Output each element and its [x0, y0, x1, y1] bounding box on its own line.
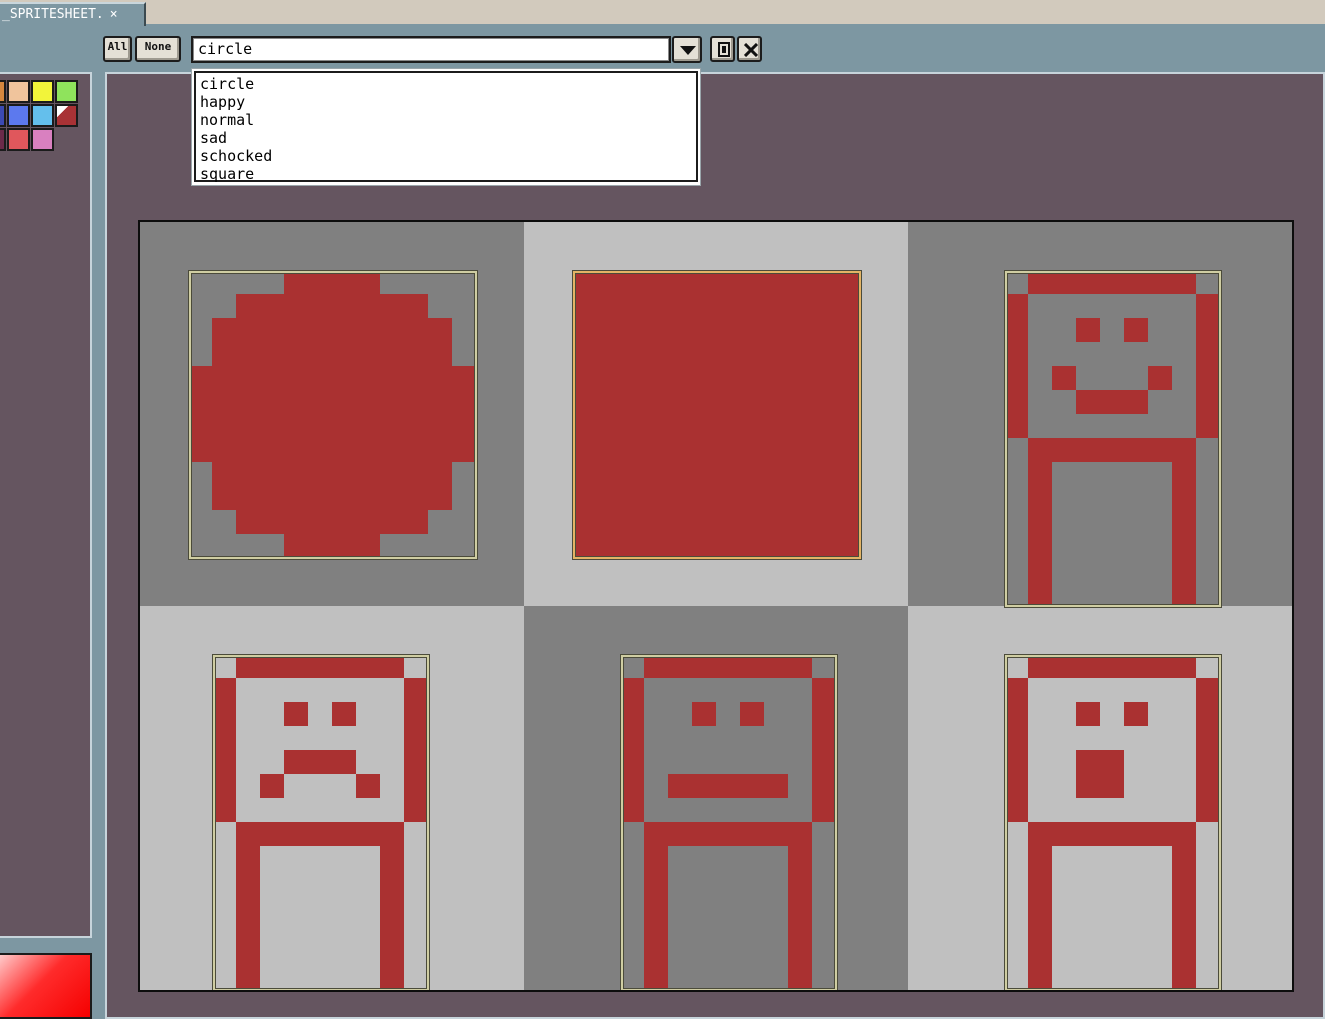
color-picker-preview[interactable] — [0, 953, 92, 1019]
close-icon — [744, 43, 758, 57]
slice-normal[interactable] — [621, 655, 837, 990]
palette-swatch[interactable] — [31, 80, 54, 103]
palette-swatch[interactable] — [0, 80, 6, 103]
dropdown-option-circle[interactable]: circle — [200, 75, 254, 93]
dropdown-option-normal[interactable]: normal — [200, 111, 254, 129]
dropdown-option-happy[interactable]: happy — [200, 93, 245, 111]
slice-dropdown-button[interactable] — [672, 36, 702, 63]
document-tab-bar — [0, 0, 1325, 26]
tab-title: _SPRITESHEET. — [2, 7, 104, 22]
palette-swatch[interactable] — [0, 104, 6, 127]
slice-schocked[interactable] — [1005, 655, 1221, 990]
select-none-button[interactable]: None — [135, 36, 181, 62]
palette-swatch[interactable] — [0, 128, 6, 151]
dropdown-option-sad[interactable]: sad — [200, 129, 227, 147]
slice-delete-button[interactable] — [737, 36, 762, 62]
dropdown-option-square[interactable]: square — [200, 165, 254, 183]
lock-icon — [718, 42, 730, 57]
palette-panel — [0, 72, 92, 938]
select-all-button[interactable]: All — [103, 36, 132, 62]
palette-swatch[interactable] — [55, 80, 78, 103]
slice-name-input[interactable]: circle — [191, 36, 671, 63]
palette-swatch[interactable] — [31, 104, 54, 127]
slice-lock-button[interactable] — [710, 36, 735, 62]
palette-swatch[interactable] — [7, 80, 30, 103]
slice-sad[interactable] — [213, 655, 429, 990]
sprite-canvas[interactable] — [138, 220, 1294, 992]
palette-swatch[interactable] — [31, 128, 54, 151]
slice-happy[interactable] — [1005, 271, 1221, 607]
dropdown-option-schocked[interactable]: schocked — [200, 147, 272, 165]
palette-swatch[interactable] — [7, 104, 30, 127]
slice-square-selected[interactable] — [573, 271, 861, 559]
palette-swatch[interactable] — [55, 104, 78, 127]
chevron-down-icon — [680, 46, 696, 55]
tab-bar-divider — [0, 24, 1325, 26]
tab-close-icon[interactable]: × — [110, 7, 118, 22]
tab-spritesheet[interactable]: _SPRITESHEET. × — [0, 2, 146, 26]
slice-circle[interactable] — [189, 271, 477, 559]
slice-dropdown-list: circle happy normal sad schocked square — [191, 68, 701, 186]
palette-swatch[interactable] — [7, 128, 30, 151]
